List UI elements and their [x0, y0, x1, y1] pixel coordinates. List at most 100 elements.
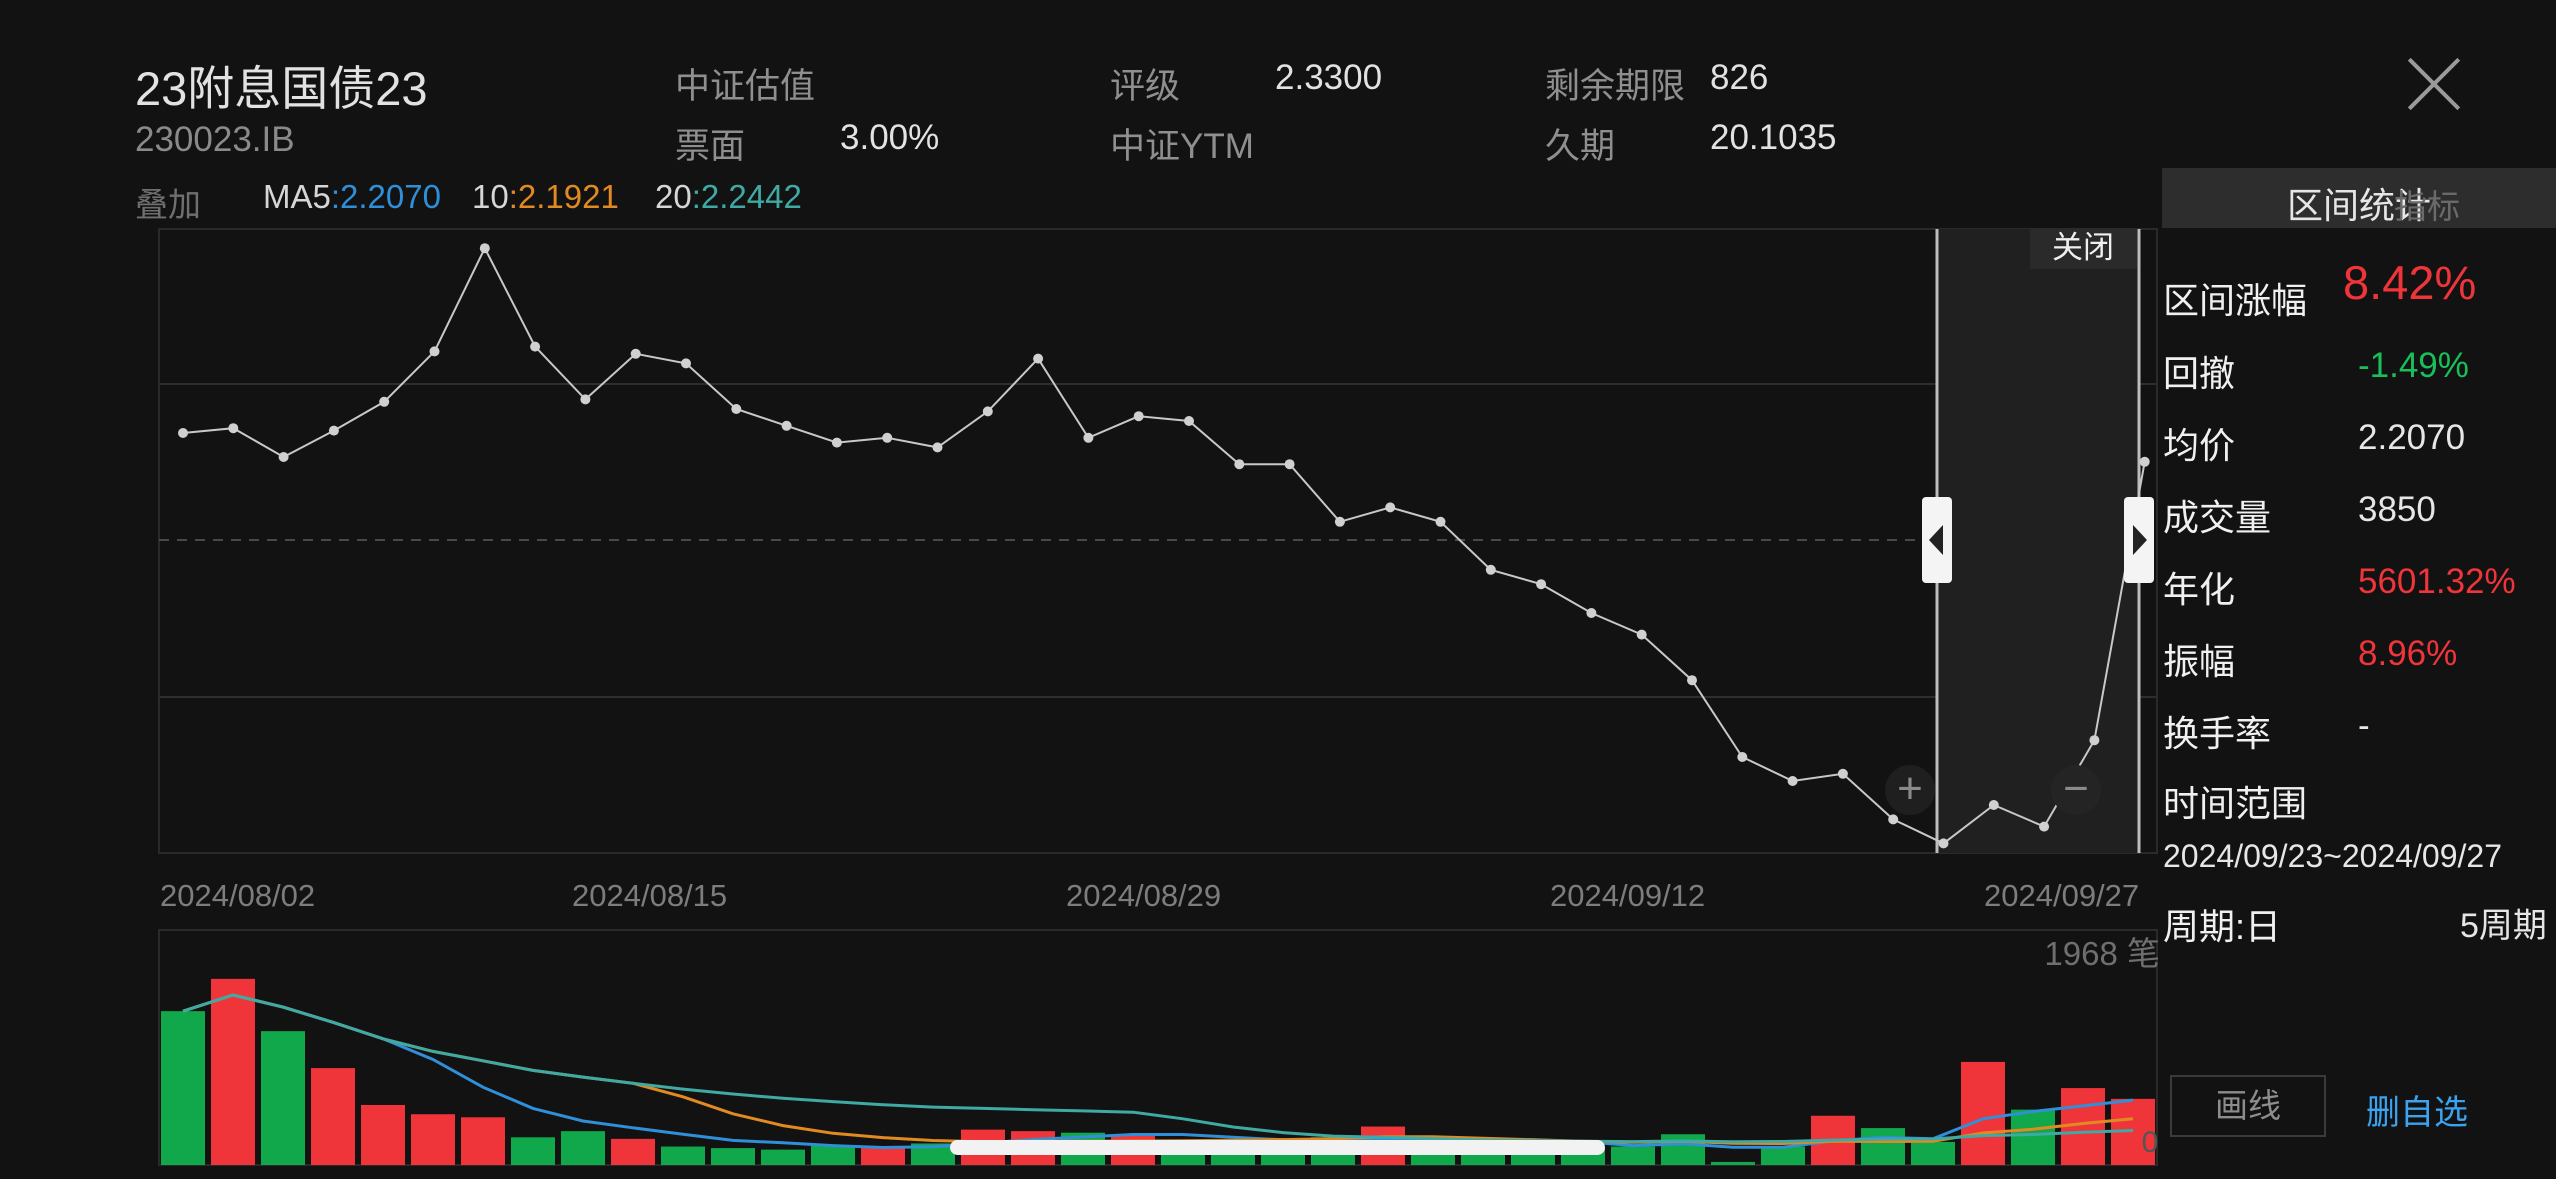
volume-bar: [1761, 1146, 1805, 1165]
zoom-out-icon: −: [2063, 764, 2089, 813]
volume-bar: [411, 1114, 455, 1165]
price-point: [1083, 432, 1094, 443]
volume-bar: [1861, 1128, 1905, 1165]
price-point: [2139, 456, 2150, 467]
price-point: [1737, 752, 1748, 762]
chart-grid: [158, 228, 2158, 1166]
price-point: [1687, 675, 1697, 686]
volume-bar: [2011, 1109, 2055, 1165]
time-range-label: 时间范围: [2163, 783, 2308, 824]
tab-indicator[interactable]: 指标: [2394, 180, 2460, 228]
volume-bar: [461, 1117, 505, 1165]
date-tick-3: 2024/08/29: [1066, 878, 1222, 913]
price-point: [379, 396, 390, 407]
price-point: [278, 452, 289, 462]
price-point: [580, 394, 591, 405]
volume-bar: [261, 1031, 305, 1165]
volume-bar: [1961, 1061, 2005, 1165]
turnover-label: 换手率: [2163, 713, 2272, 754]
price-point: [1787, 776, 1798, 786]
price-point: [479, 243, 490, 254]
volume-bar: [161, 1011, 205, 1165]
volume-bar: [1611, 1146, 1655, 1165]
price-point: [831, 437, 842, 448]
date-tick-4: 2024/09/12: [1550, 878, 1706, 913]
time-range-value: 2024/09/23~2024/09/27: [2163, 838, 2502, 874]
period-label: 周期:日: [2163, 906, 2282, 947]
panel-tab-bar[interactable]: 区间统计 指标: [2162, 168, 2556, 228]
price-point: [982, 406, 993, 417]
date-tick-1: 2024/08/02: [160, 878, 316, 913]
price-point: [1435, 516, 1446, 527]
delete-watchlist-link[interactable]: 删自选: [2366, 1085, 2468, 1134]
price-point: [781, 420, 792, 431]
price-point: [429, 346, 440, 357]
volume-bar: [1661, 1134, 1705, 1165]
volume-bar: [761, 1149, 805, 1165]
volume-bar: [661, 1146, 705, 1165]
selection-left-handle: [1922, 497, 1952, 583]
volume-bar: [1711, 1161, 1755, 1165]
price-point: [1133, 411, 1144, 422]
volume-frame: [158, 929, 2158, 1166]
close-selection-label: 关闭: [2052, 230, 2114, 265]
close-icon[interactable]: [2405, 55, 2463, 113]
price-point: [1234, 459, 1245, 470]
price-point: [1988, 800, 1999, 810]
home-indicator[interactable]: [950, 1140, 1605, 1155]
price-point: [178, 428, 188, 438]
price-point: [328, 425, 339, 436]
volume-bar: [611, 1138, 655, 1165]
price-point: [882, 432, 893, 443]
price-chart[interactable]: 关闭 + − 1968 笔 0: [0, 0, 2160, 1179]
date-tick-2: 2024/08/15: [572, 878, 728, 913]
volume-bar: [1911, 1141, 1955, 1165]
price-point: [1334, 516, 1345, 527]
drawdown-label: 回撤: [2163, 353, 2236, 394]
price-point: [932, 442, 943, 453]
range-change-label: 区间涨幅: [2163, 280, 2308, 321]
price-point: [1184, 416, 1194, 426]
zoom-in-icon: +: [1897, 764, 1923, 813]
price-point: [731, 404, 742, 414]
selection-region: [1937, 229, 2139, 853]
price-point: [1536, 579, 1547, 590]
price-point: [1888, 814, 1899, 825]
date-tick-5: 2024/09/27: [1984, 878, 2140, 913]
price-point: [1033, 353, 1044, 364]
amplitude-value: 8.96%: [2358, 634, 2458, 673]
volume-bar: [861, 1148, 905, 1165]
volume-label: 成交量: [2163, 497, 2272, 538]
volume-bar: [811, 1145, 855, 1165]
price-point: [228, 423, 239, 434]
avg-price-value: 2.2070: [2358, 418, 2466, 457]
range-change-value: 8.42%: [2343, 256, 2477, 309]
price-point: [681, 358, 691, 369]
price-line: [182, 245, 2146, 845]
volume-bar: [511, 1137, 555, 1165]
turnover-value: -: [2358, 706, 2370, 745]
volume-value: 3850: [2358, 490, 2436, 529]
price-point: [1284, 459, 1295, 470]
selection-right-handle: [2124, 497, 2154, 583]
annualized-value: 5601.32%: [2358, 562, 2516, 601]
amplitude-label: 振幅: [2163, 641, 2236, 682]
volume-corner-label: 0: [2142, 1126, 2159, 1159]
period-count: 5周期: [2460, 907, 2547, 945]
annualized-label: 年化: [2163, 569, 2236, 610]
volume-bar: [561, 1131, 605, 1165]
volume-bar: [311, 1068, 355, 1165]
volume-caption: 1968 笔: [2044, 935, 2160, 972]
volume-bar: [711, 1148, 755, 1165]
price-point: [1636, 629, 1647, 640]
volume-bar: [211, 978, 255, 1165]
draw-line-button[interactable]: 画线: [2170, 1075, 2326, 1137]
price-point: [1485, 564, 1496, 575]
avg-price-label: 均价: [2163, 425, 2236, 466]
volume-bar: [361, 1105, 405, 1165]
price-point: [1837, 768, 1848, 779]
price-point: [530, 341, 541, 352]
price-point: [2089, 735, 2100, 746]
price-point: [1586, 608, 1597, 618]
price-point: [630, 348, 641, 359]
